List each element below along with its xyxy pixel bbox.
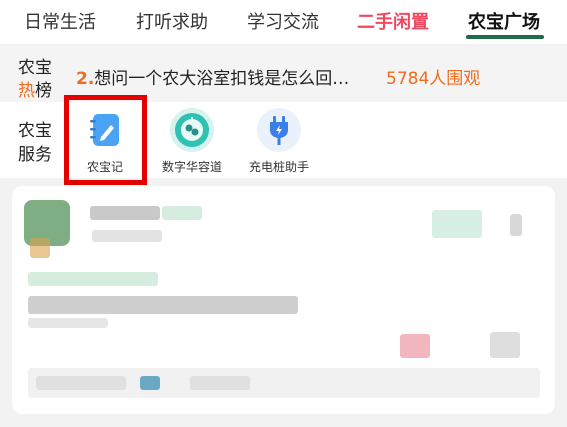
tab-study[interactable]: 学习交流 bbox=[247, 8, 319, 34]
post-card[interactable] bbox=[12, 186, 555, 414]
hot-view-count: 5784人围观 bbox=[386, 69, 481, 89]
service-number-puzzle[interactable]: 数字华容道 bbox=[148, 106, 236, 176]
hot-rank: 2. bbox=[76, 69, 95, 89]
service-charging-helper[interactable]: 充电桩助手 bbox=[235, 106, 323, 176]
charging-plug-icon bbox=[257, 108, 301, 152]
hot-list-row[interactable]: 农宝 热榜 2.想问一个农大浴室扣钱是怎么回… 5784人围观 bbox=[0, 46, 567, 102]
author-name bbox=[90, 206, 160, 220]
comment-text bbox=[190, 376, 250, 390]
post-meta bbox=[92, 230, 162, 242]
hot-list-label: 农宝 bbox=[18, 58, 52, 78]
like-icon[interactable] bbox=[400, 334, 430, 358]
hot-topic-title[interactable]: 2.想问一个农大浴室扣钱是怎么回… bbox=[76, 64, 349, 89]
service-label: 充电桩助手 bbox=[248, 160, 309, 174]
highlight-box bbox=[64, 95, 147, 185]
puzzle-clock-icon bbox=[170, 108, 214, 152]
more-icon[interactable] bbox=[510, 214, 522, 236]
comment-icon[interactable] bbox=[490, 332, 520, 358]
comment-text bbox=[36, 376, 126, 390]
post-text-line bbox=[28, 272, 158, 286]
services-label: 农宝 bbox=[18, 121, 52, 141]
hot-list-label-2: 热榜 bbox=[18, 81, 52, 101]
category-tab-bar: 日常生活 打听求助 学习交流 二手闲置 农宝广场 bbox=[0, 0, 567, 44]
tab-secondhand[interactable]: 二手闲置 bbox=[357, 8, 429, 34]
tab-daily-life[interactable]: 日常生活 bbox=[24, 8, 96, 34]
services-label-2: 服务 bbox=[18, 145, 52, 165]
follow-button[interactable] bbox=[432, 210, 482, 238]
avatar-blur bbox=[30, 238, 50, 258]
author-badge bbox=[162, 206, 202, 220]
tab-ask-help[interactable]: 打听求助 bbox=[136, 8, 208, 34]
comment-highlight bbox=[140, 376, 160, 390]
page-bottom bbox=[0, 418, 567, 427]
active-tab-indicator bbox=[466, 35, 544, 39]
tab-nongbao-square[interactable]: 农宝广场 bbox=[468, 8, 540, 34]
service-label: 数字华容道 bbox=[161, 160, 222, 174]
post-text-line bbox=[28, 318, 108, 328]
post-text-line bbox=[28, 296, 298, 314]
